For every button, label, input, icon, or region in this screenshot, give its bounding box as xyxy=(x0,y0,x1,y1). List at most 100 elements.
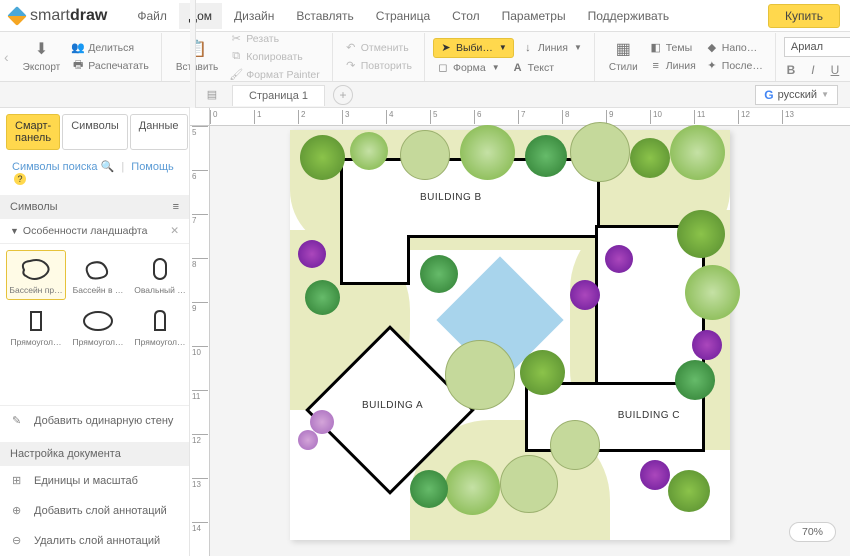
buy-button[interactable]: Купить xyxy=(768,4,840,28)
share-button[interactable]: 👥Делиться xyxy=(68,40,153,56)
symbol-oval[interactable]: Овальный … xyxy=(130,250,190,300)
add-layer-icon: ⊕ xyxy=(12,504,26,518)
drawing-page[interactable]: BUILDING B BUILDING A BUILDING C xyxy=(290,130,730,540)
units-button[interactable]: ⊞ Единицы и масштаб xyxy=(0,466,189,496)
language-select[interactable]: G русский ▼ xyxy=(755,85,838,105)
building-c-label: BUILDING C xyxy=(618,410,680,421)
theme-icon: ◧ xyxy=(650,42,662,54)
tab-smart-panel[interactable]: Смарт-панель xyxy=(6,114,60,150)
logo-icon xyxy=(7,6,27,26)
app-logo: smartdraw xyxy=(10,7,107,25)
styles-button[interactable]: ▦Стили xyxy=(603,38,644,75)
brush-icon: 🖌 xyxy=(230,69,242,81)
delete-layer-icon: ⊖ xyxy=(12,534,26,548)
text-format-tools: B I U x₂ x² A Ω xyxy=(784,59,850,77)
canvas[interactable]: 012345678910111213 567891011121314 BUILD… xyxy=(190,108,850,556)
menu-home[interactable]: Дом xyxy=(179,3,222,29)
add-page-button[interactable]: + xyxy=(333,85,353,105)
symbol-pool-freeform[interactable]: Бассейн пр… xyxy=(6,250,66,300)
ruler-vertical: 567891011121314 xyxy=(190,126,210,556)
undo-button[interactable]: ↶Отменить xyxy=(341,40,416,56)
building-a-label: BUILDING A xyxy=(362,400,423,411)
undo-icon: ↶ xyxy=(345,42,357,54)
tab-symbols[interactable]: Символы xyxy=(62,114,128,150)
search-symbols-link[interactable]: Символы поиска 🔍 xyxy=(12,161,114,173)
panel-actions: ✎ Добавить одинарную стену Настройка док… xyxy=(0,405,189,556)
landscape-plan: BUILDING B BUILDING A BUILDING C xyxy=(290,130,730,540)
menu-design[interactable]: Дизайн xyxy=(224,3,284,29)
symbol-rect-3[interactable]: Прямоугол… xyxy=(130,302,190,352)
main-area: Смарт-панель Символы Данные ✕ Символы по… xyxy=(0,108,850,556)
chevron-down-icon: ▼ xyxy=(10,226,19,236)
shape-icon: ◻ xyxy=(437,62,449,74)
line-style-icon: ≡ xyxy=(650,60,662,72)
download-icon: ⬇ xyxy=(32,40,50,58)
symbol-grid: Бассейн пр… Бассейн в … Овальный … Прямо… xyxy=(0,244,189,358)
text-icon: A xyxy=(512,62,524,74)
help-link[interactable]: Помощь xyxy=(131,161,174,173)
ribbon: ‹ ⬇Экспорт 👥Делиться 🖶Распечатать 📋Встав… xyxy=(0,32,850,82)
ruler-icon: ⊞ xyxy=(12,474,26,488)
paste-button[interactable]: 📋Вставить xyxy=(170,38,224,75)
symbol-pool-kidney[interactable]: Бассейн в … xyxy=(68,250,128,300)
top-menubar: smartdraw Файл Дом Дизайн Вставлять Стра… xyxy=(0,0,850,32)
format-painter-button[interactable]: 🖌Формат Painter xyxy=(226,67,324,83)
wall-icon: ✎ xyxy=(12,414,26,428)
line-style-button[interactable]: ≡Линия xyxy=(646,58,700,74)
line-tool[interactable]: ↓Линия▼ xyxy=(518,38,586,58)
zoom-indicator[interactable]: 70% xyxy=(789,522,836,542)
effects-button[interactable]: ✦После… xyxy=(702,58,767,74)
fill-button[interactable]: ◆Напо… xyxy=(702,40,767,56)
effects-icon: ✦ xyxy=(706,60,718,72)
help-icon: ? xyxy=(14,173,26,185)
left-panel: Смарт-панель Символы Данные ✕ Символы по… xyxy=(0,108,190,556)
menu-file[interactable]: Файл xyxy=(127,3,177,29)
export-button[interactable]: ⬇Экспорт xyxy=(17,38,67,75)
copy-button[interactable]: ⧉Копировать xyxy=(226,49,324,65)
underline-button[interactable]: U xyxy=(828,63,842,77)
redo-button[interactable]: ↷Повторить xyxy=(341,58,416,74)
add-annotation-layer-button[interactable]: ⊕ Добавить слой аннотаций xyxy=(0,496,189,526)
document-tabs: ▤ Страница 1 + G русский ▼ xyxy=(0,82,850,108)
building-b-label: BUILDING B xyxy=(420,192,482,203)
delete-annotation-layer-button[interactable]: ⊖ Удалить слой аннотаций xyxy=(0,526,189,556)
symbols-header: Символы ≡ xyxy=(0,195,189,219)
menu-table[interactable]: Стол xyxy=(442,3,489,29)
themes-button[interactable]: ◧Темы xyxy=(646,40,700,56)
fill-icon: ◆ xyxy=(706,42,718,54)
font-family-select[interactable]: Ариал▼ xyxy=(784,37,850,57)
cut-button[interactable]: ✂Резать xyxy=(226,31,324,47)
doc-settings-header: Настройка документа xyxy=(0,442,189,466)
menu-page[interactable]: Страница xyxy=(366,3,440,29)
menu-insert[interactable]: Вставлять xyxy=(286,3,363,29)
google-icon: G xyxy=(764,88,773,102)
menu-support[interactable]: Поддерживать xyxy=(578,3,680,29)
print-icon: 🖶 xyxy=(72,60,84,72)
add-wall-button[interactable]: ✎ Добавить одинарную стену xyxy=(0,406,189,436)
cut-icon: ✂ xyxy=(230,33,242,45)
styles-icon: ▦ xyxy=(614,40,632,58)
symbol-category[interactable]: ▼ Особенности ландшафта ✕ xyxy=(0,219,189,244)
copy-icon: ⧉ xyxy=(230,51,242,63)
print-button[interactable]: 🖶Распечатать xyxy=(68,58,153,74)
redo-icon: ↷ xyxy=(345,60,357,72)
panel-links: Символы поиска 🔍 | Помощь ? xyxy=(0,150,189,195)
line-icon: ↓ xyxy=(522,42,534,54)
menu-icon[interactable]: ≡ xyxy=(173,201,179,213)
bold-button[interactable]: B xyxy=(784,63,798,77)
tab-data[interactable]: Данные xyxy=(130,114,188,150)
menu-options[interactable]: Параметры xyxy=(492,3,576,29)
symbol-rect-1[interactable]: Прямоугол… xyxy=(6,302,66,352)
select-tool[interactable]: ➤Выби…▼ xyxy=(433,38,514,58)
ruler-corner xyxy=(190,108,210,126)
close-category-button[interactable]: ✕ xyxy=(170,225,179,237)
text-tool[interactable]: AТекст xyxy=(508,60,558,76)
ruler-horizontal: 012345678910111213 xyxy=(210,108,850,126)
italic-button[interactable]: I xyxy=(806,63,820,77)
symbol-rect-2[interactable]: Прямоугол… xyxy=(68,302,128,352)
cursor-icon: ➤ xyxy=(440,42,452,54)
shape-tool[interactable]: ◻Форма▼ xyxy=(433,60,504,76)
home-icon[interactable]: ▤ xyxy=(200,83,224,107)
page-tab-1[interactable]: Страница 1 xyxy=(232,85,325,106)
share-icon: 👥 xyxy=(72,42,84,54)
